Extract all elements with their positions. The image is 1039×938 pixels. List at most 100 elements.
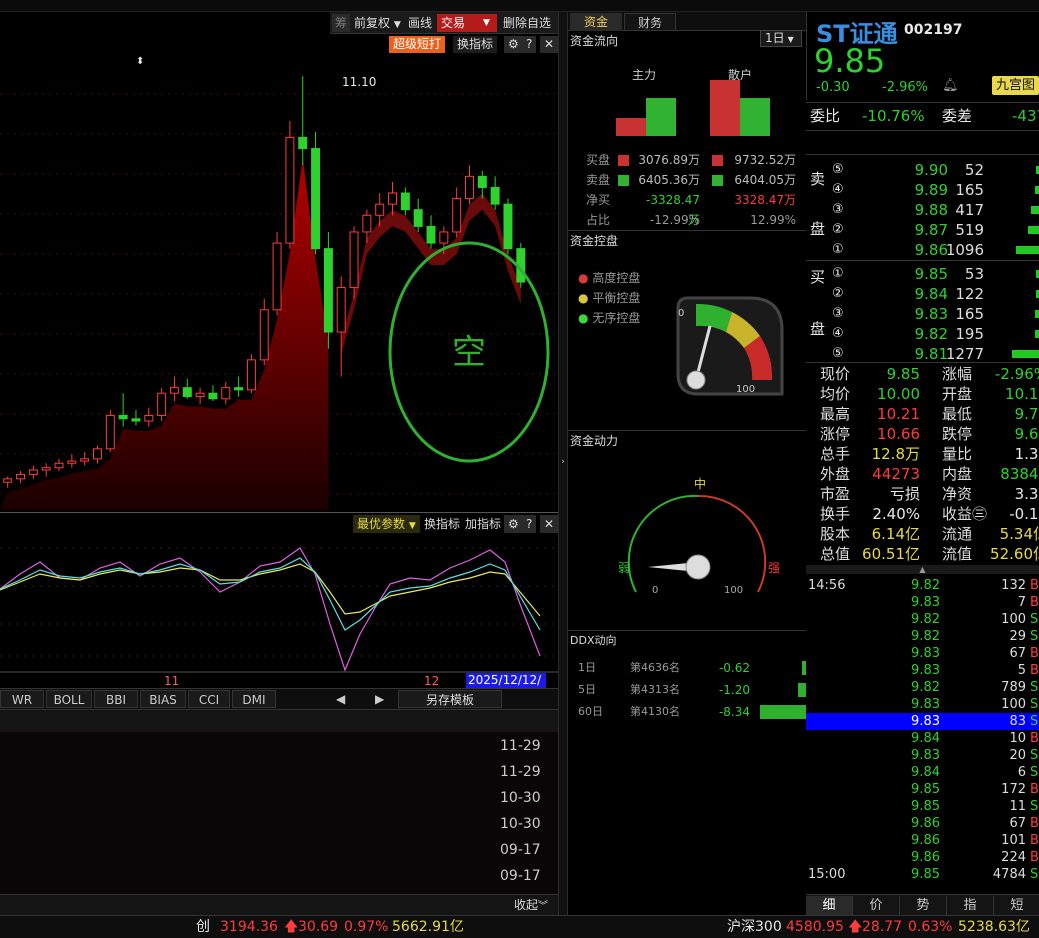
- fund-panel: 资金 财务 资金流向 1日 ▼ 主力 散户 买盘 3076.89万 9732.52万卖…: [568, 12, 806, 915]
- sell-level-row[interactable]: ① 9.86 1096: [806, 240, 1039, 260]
- flow-main-value: 6405.36万: [638, 173, 700, 187]
- prev-tab-arrow-icon[interactable]: ◀: [332, 690, 349, 708]
- tick-row[interactable]: 9.86 101 B: [806, 832, 1039, 849]
- chart-divider: [0, 512, 558, 513]
- stats-collapse-arrow-icon[interactable]: ▲: [806, 565, 1039, 574]
- tab-indicator[interactable]: WR: [0, 690, 44, 708]
- tab-fund[interactable]: 资金: [570, 13, 622, 31]
- alert-bell-icon[interactable]: 🔔︎: [942, 78, 959, 93]
- sell-level-row[interactable]: ④ 9.89 165: [806, 180, 1039, 200]
- green-dot-icon: ●: [578, 311, 589, 325]
- tab-indicator[interactable]: BOLL: [46, 690, 92, 708]
- tab-indicator[interactable]: DMI: [232, 690, 276, 708]
- tick-row[interactable]: 9.82 29 S: [806, 628, 1039, 645]
- tick-side: B: [1030, 646, 1039, 661]
- draw-line-button[interactable]: 画线: [404, 14, 436, 32]
- ddx-row: 5日 第4313名 -1.20: [568, 680, 806, 700]
- index1-name[interactable]: 创: [196, 916, 210, 938]
- switch-indicator-button[interactable]: 换指标: [453, 36, 498, 53]
- super-short-button[interactable]: 超级短打: [389, 36, 446, 53]
- tab-finance[interactable]: 财务: [624, 13, 676, 31]
- month-11-label: 11: [164, 674, 180, 688]
- tick-row[interactable]: 9.83 67 B: [806, 645, 1039, 662]
- sub-switch-indicator-button[interactable]: 换指标: [420, 515, 464, 533]
- tick-row[interactable]: 9.83 7 B: [806, 594, 1039, 611]
- save-template-button[interactable]: 另存模板: [398, 690, 502, 708]
- next-tab-arrow-icon[interactable]: ▶: [371, 690, 388, 708]
- tab-detail[interactable]: 细: [806, 896, 853, 916]
- tick-row[interactable]: 15:00 9.85 4784 S: [806, 866, 1039, 883]
- stat-value: 10.10: [1005, 385, 1039, 403]
- tick-row[interactable]: 9.83 20 S: [806, 747, 1039, 764]
- adjust-dropdown[interactable]: 前复权 ▼: [350, 14, 405, 32]
- kdj-chart[interactable]: [0, 534, 558, 674]
- remove-favorite-button[interactable]: 删除自选: [499, 14, 555, 32]
- close-icon[interactable]: ✕: [540, 36, 559, 53]
- tick-volume: 83: [1009, 714, 1026, 729]
- candle-body: [208, 392, 218, 400]
- add-indicator-button[interactable]: 加指标: [461, 515, 505, 533]
- sell-level-row[interactable]: ③ 9.88 417: [806, 200, 1039, 220]
- tick-row[interactable]: 9.86 224 B: [806, 849, 1039, 866]
- fund-flow-bars: [616, 80, 770, 136]
- index1-pct: 0.97%: [344, 919, 389, 935]
- level-volume: 417: [955, 201, 984, 219]
- tab-detail[interactable]: 短: [994, 896, 1039, 916]
- tick-volume: 789: [1001, 680, 1026, 695]
- tick-time: 15:00: [808, 867, 846, 882]
- tick-row[interactable]: 9.84 10 B: [806, 730, 1039, 747]
- candle-body: [439, 231, 449, 244]
- tab-detail[interactable]: 价: [853, 896, 900, 916]
- tick-price: 9.84: [911, 731, 940, 746]
- candle-body: [131, 418, 141, 422]
- tab-detail[interactable]: 指: [947, 896, 994, 916]
- chip-button[interactable]: 筹: [332, 14, 351, 32]
- buy-level-row[interactable]: ⑤ 9.81 1277: [806, 344, 1039, 364]
- buy-level-row[interactable]: ① 9.85 53: [806, 264, 1039, 284]
- collapse-button[interactable]: 收起︾: [510, 896, 552, 914]
- candle-body: [323, 248, 333, 333]
- power-mid-label: 中: [694, 476, 706, 491]
- tab-indicator[interactable]: CCI: [188, 690, 230, 708]
- tab-detail[interactable]: 势: [900, 896, 947, 916]
- help-icon[interactable]: ?: [522, 36, 537, 53]
- settings-gear-icon[interactable]: ⚙: [504, 36, 523, 53]
- tick-row[interactable]: 9.83 83 S: [806, 713, 1039, 730]
- period-dropdown[interactable]: 1日 ▼: [760, 30, 802, 47]
- best-params-dropdown[interactable]: 最优参数 ▼: [353, 515, 420, 533]
- stat-label: 内盘: [942, 465, 973, 483]
- tick-row[interactable]: 9.86 67 B: [806, 815, 1039, 832]
- fund-flow-row: 占比 -12.99% 12.99%: [568, 210, 806, 230]
- power-arc-red: [697, 494, 767, 593]
- tab-indicator[interactable]: BBI: [94, 690, 138, 708]
- tick-row[interactable]: 9.85 11 S: [806, 798, 1039, 815]
- tick-side: S: [1030, 714, 1039, 729]
- fund-power-title: 资金动力: [570, 434, 619, 448]
- tick-volume: 5: [1017, 663, 1026, 678]
- nine-grid-button[interactable]: 九宫图: [992, 76, 1039, 95]
- tick-row[interactable]: 9.83 100 S: [806, 696, 1039, 713]
- tick-row[interactable]: 9.85 172 B: [806, 781, 1039, 798]
- ddx-value: -8.34: [718, 705, 750, 719]
- sub-help-icon[interactable]: ?: [522, 515, 537, 533]
- expand-arrow-icon[interactable]: ›: [559, 455, 567, 469]
- buy-level-row[interactable]: ② 9.84 122: [806, 284, 1039, 304]
- tab-indicator[interactable]: BIAS: [140, 690, 186, 708]
- buy-level-row[interactable]: ③ 9.83 165: [806, 304, 1039, 324]
- list-item-date: 09-17: [500, 842, 541, 858]
- trade-button[interactable]: 交易 ▼: [437, 14, 497, 32]
- kline-chart[interactable]: 空 11.10 ⬍: [0, 54, 558, 510]
- sell-level-row[interactable]: ② 9.87 519: [806, 220, 1039, 240]
- tick-row[interactable]: 9.82 100 S: [806, 611, 1039, 628]
- sell-level-row[interactable]: ⑤ 9.90 52: [806, 160, 1039, 180]
- tick-row[interactable]: 9.84 6 S: [806, 764, 1039, 781]
- stat-value: 亏损: [889, 485, 920, 503]
- sub-settings-gear-icon[interactable]: ⚙: [504, 515, 523, 533]
- index2-name[interactable]: 沪深300: [727, 916, 782, 938]
- tick-row[interactable]: 14:56 9.82 132 B: [806, 577, 1039, 594]
- list-item-date: 11-29: [500, 764, 541, 780]
- tick-row[interactable]: 9.83 5 B: [806, 662, 1039, 679]
- sub-close-icon[interactable]: ✕: [540, 515, 559, 533]
- buy-level-row[interactable]: ④ 9.82 195: [806, 324, 1039, 344]
- tick-row[interactable]: 9.82 789 S: [806, 679, 1039, 696]
